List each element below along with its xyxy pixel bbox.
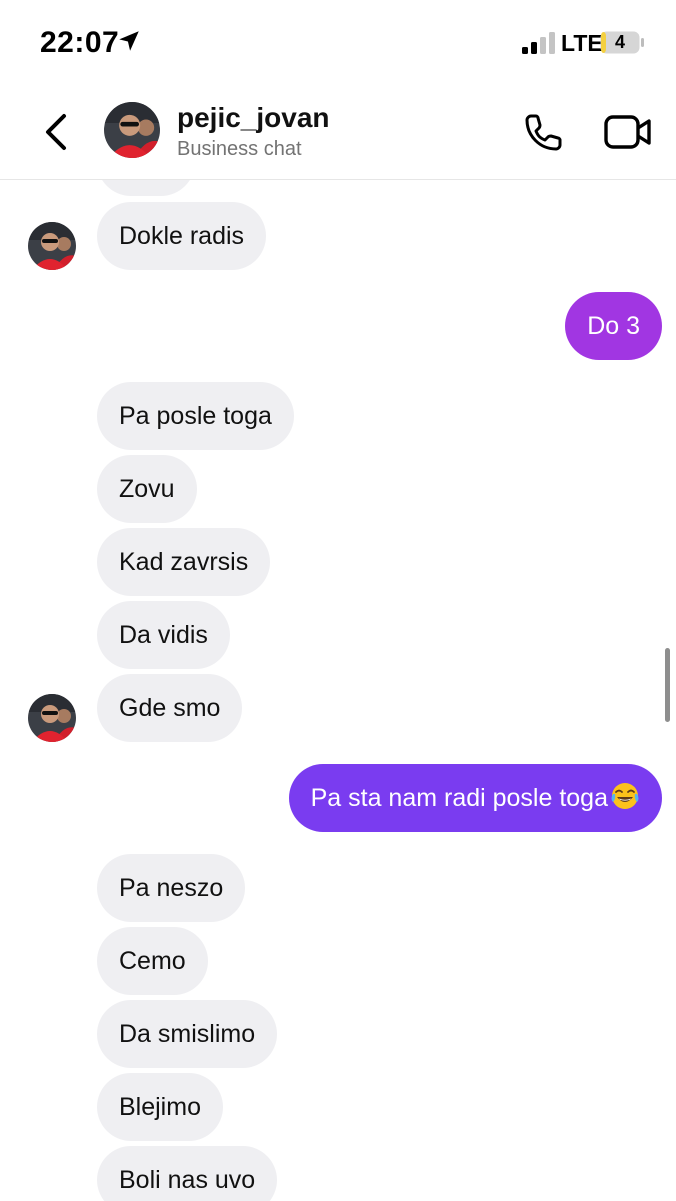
status-bar: 22:07 LTE 4 — [0, 0, 676, 88]
battery-level: 4 — [614, 32, 625, 52]
message-bubble[interactable]: Gde smo — [97, 674, 243, 742]
message-bubble[interactable]: Da vidis — [97, 601, 230, 669]
battery-icon: 4 — [600, 31, 644, 54]
message-bubble[interactable]: Blejimo — [97, 1073, 223, 1141]
avatar[interactable] — [104, 102, 160, 158]
chat-header: pejic_jovan Business chat — [0, 88, 676, 180]
message-bubble[interactable]: Cemo — [97, 927, 208, 995]
video-camera-icon[interactable] — [604, 112, 652, 152]
message-bubble[interactable]: Pa posle toga — [97, 382, 294, 450]
network-type: LTE — [561, 30, 603, 56]
message-bubble[interactable]: Dokle radis — [97, 202, 267, 270]
status-time: 22:07 — [40, 26, 120, 59]
scrollbar[interactable] — [665, 648, 670, 722]
message-bubble[interactable]: Da smislimo — [97, 1000, 278, 1068]
message-list[interactable]: Dokle radis Do 3 Pa posle toga Zovu Kad … — [0, 180, 676, 1201]
back-chevron-icon[interactable] — [38, 110, 78, 154]
contact-name[interactable]: pejic_jovan — [177, 102, 330, 134]
avatar[interactable] — [28, 222, 76, 270]
signal-bars-icon — [522, 32, 555, 54]
message-bubble[interactable]: Zovu — [97, 455, 197, 523]
message-bubble[interactable]: Do 3 — [565, 292, 662, 360]
message-bubble[interactable]: Kad zavrsis — [97, 528, 271, 596]
contact-subtitle: Business chat — [177, 138, 302, 160]
message-bubble[interactable]: Boli nas uvo — [97, 1146, 278, 1201]
message-text: Pa sta nam radi posle toga — [310, 784, 608, 812]
message-bubble[interactable]: Pa neszo — [97, 854, 246, 922]
partial-message-bubble — [97, 180, 195, 196]
message-bubble-with-emoji[interactable]: Pa sta nam radi posle toga — [288, 764, 662, 832]
phone-icon[interactable] — [522, 110, 566, 154]
avatar[interactable] — [28, 694, 76, 742]
location-arrow-icon — [119, 31, 139, 51]
face-with-tears-of-joy-icon — [611, 783, 639, 809]
